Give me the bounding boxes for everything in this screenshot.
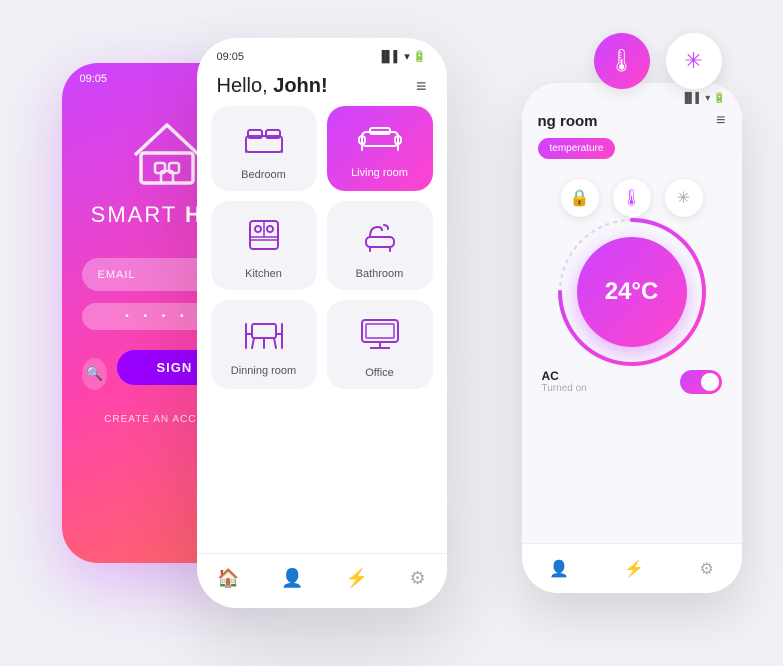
bedroom-icon	[244, 122, 284, 161]
right-room-header: ng room ≡	[522, 104, 742, 138]
room-card-bedroom[interactable]: Bedroom	[211, 106, 317, 191]
center-status-bar: 09:05 ▐▌▌ ▾ 🔋	[197, 38, 447, 63]
dinning-room-label: Dinning room	[231, 365, 296, 377]
phone-right: ▐▌▌ ▾ 🔋 ng room ≡ temperature 🔒 🌡 ✳ 24°C	[522, 83, 742, 593]
center-time: 09:05	[217, 51, 245, 63]
living-room-icon	[358, 122, 402, 159]
room-card-living-room[interactable]: Living room	[327, 106, 433, 191]
menu-button[interactable]: ≡	[416, 76, 427, 97]
right-room-name: ng room	[538, 113, 598, 130]
right-bottom-nav: 👤 ⚡ ⚙	[522, 543, 742, 593]
bathroom-icon	[362, 217, 398, 260]
dinning-room-icon	[242, 316, 286, 357]
room-card-kitchen[interactable]: Kitchen	[211, 201, 317, 290]
nav-lightning[interactable]: ⚡	[345, 568, 367, 589]
tab-bar: temperature	[522, 138, 742, 169]
temperature-tab[interactable]: temperature	[538, 138, 616, 159]
nav-settings[interactable]: ⚙	[410, 568, 426, 589]
right-signal: ▐▌▌ ▾ 🔋	[681, 93, 725, 104]
center-bottom-nav: 🏠 👤 ⚡ ⚙	[197, 553, 447, 608]
bedroom-label: Bedroom	[241, 169, 286, 181]
floating-icons: 🌡 ✳	[594, 33, 722, 89]
bathroom-label: Bathroom	[356, 268, 404, 280]
center-signal: ▐▌▌ ▾ 🔋	[378, 50, 427, 63]
right-nav-settings[interactable]: ⚙	[700, 559, 714, 579]
right-nav-lightning[interactable]: ⚡	[624, 559, 644, 579]
greeting: Hello, John!	[217, 75, 328, 98]
thermostat-wrap: 24°C	[522, 237, 742, 347]
office-label: Office	[365, 367, 394, 379]
office-icon	[358, 316, 402, 359]
temperature-display: 24°C	[605, 278, 659, 306]
phone-center: 09:05 ▐▌▌ ▾ 🔋 Hello, John! ≡ Bedroom	[197, 38, 447, 608]
left-time: 09:05	[80, 73, 108, 85]
ac-toggle[interactable]	[680, 370, 722, 394]
float-thermometer-button[interactable]: 🌡	[594, 33, 650, 89]
room-card-dinning-room[interactable]: Dinning room	[211, 300, 317, 389]
nav-home[interactable]: 🏠	[217, 568, 239, 589]
thermostat-circle[interactable]: 24°C	[577, 237, 687, 347]
right-menu[interactable]: ≡	[716, 112, 725, 130]
living-room-label: Living room	[351, 167, 408, 179]
center-header: Hello, John! ≡	[197, 63, 447, 106]
kitchen-label: Kitchen	[245, 268, 282, 280]
room-card-bathroom[interactable]: Bathroom	[327, 201, 433, 290]
nav-profile[interactable]: 👤	[281, 568, 303, 589]
right-nav-profile[interactable]: 👤	[549, 559, 569, 579]
room-card-office[interactable]: Office	[327, 300, 433, 389]
float-fan-button[interactable]: ✳	[666, 33, 722, 89]
kitchen-icon	[246, 217, 282, 260]
ac-status: Turned on	[542, 383, 587, 394]
rooms-grid: Bedroom Living room	[197, 106, 447, 389]
ac-info: AC Turned on	[542, 369, 587, 394]
search-icon[interactable]: 🔍	[82, 358, 107, 390]
